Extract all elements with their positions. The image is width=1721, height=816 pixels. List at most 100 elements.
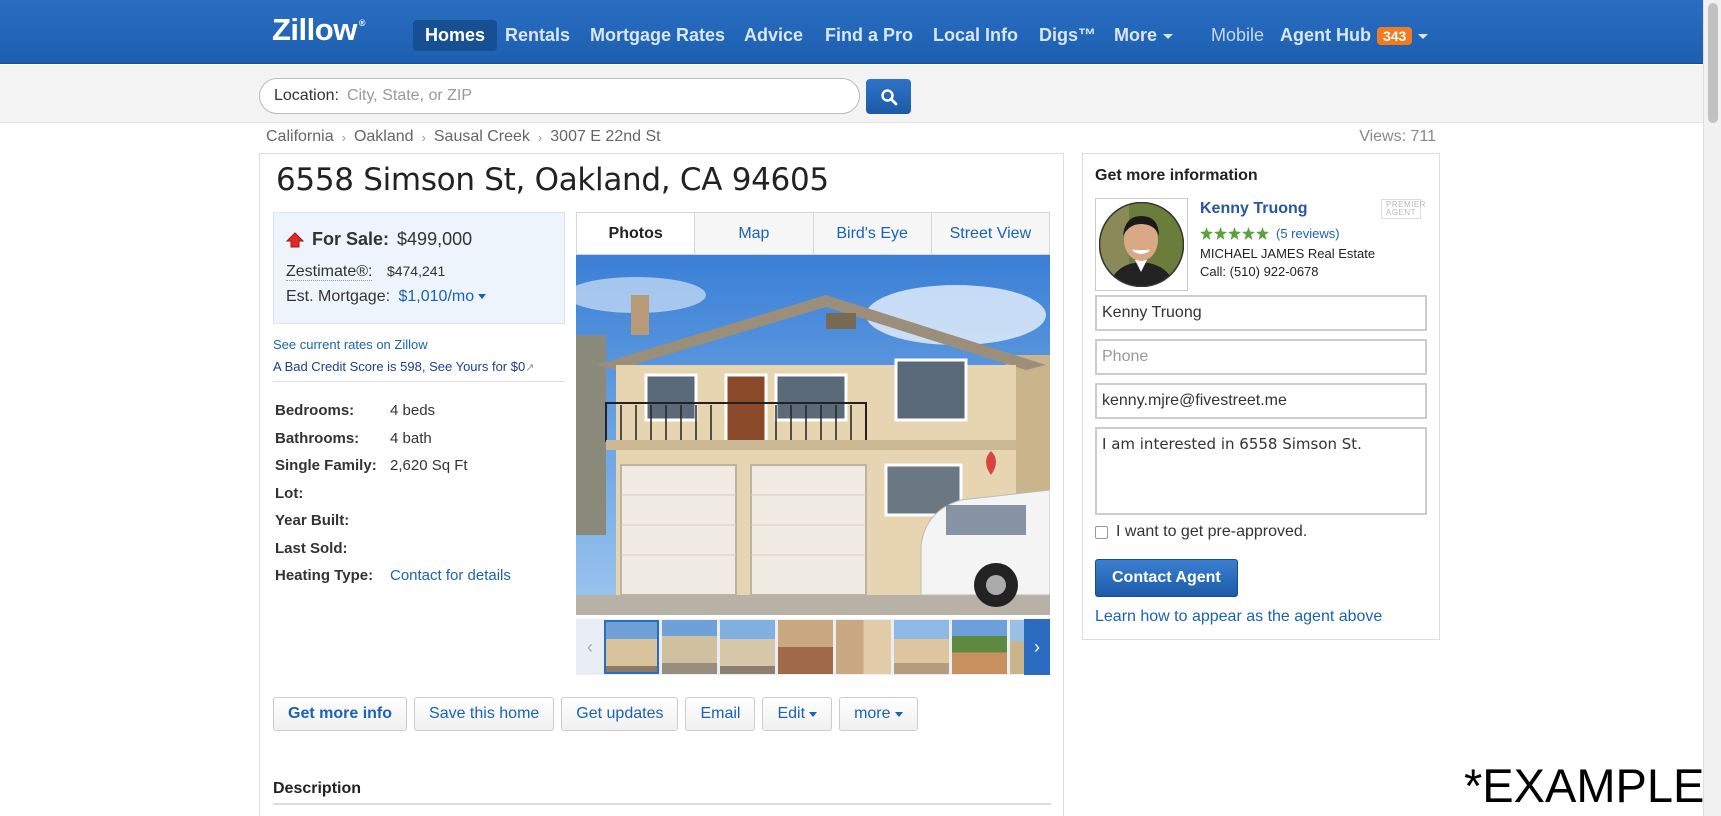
mortgage-label: Est. Mortgage: — [286, 288, 391, 305]
listing-actions: Get more info Save this home Get updates… — [273, 697, 918, 731]
photo-thumbnail[interactable] — [720, 620, 775, 674]
photo-thumbnail[interactable] — [952, 620, 1007, 674]
photo-thumbnail-strip: ‹ › — [576, 619, 1050, 675]
agent-reviews-link[interactable]: (5 reviews) — [1276, 226, 1340, 241]
tab-street-view[interactable]: Street View — [930, 213, 1049, 254]
phone-field[interactable]: Phone — [1095, 339, 1427, 375]
learn-agent-link[interactable]: Learn how to appear as the agent above — [1095, 608, 1382, 626]
listing-panel: 6558 Simson St, Oakland, CA 94605 For Sa… — [259, 153, 1064, 816]
nav-homes[interactable]: Homes — [413, 20, 498, 51]
tab-birds-eye[interactable]: Bird's Eye — [812, 213, 931, 254]
divider — [273, 381, 565, 382]
current-rates-link[interactable]: See current rates on Zillow — [273, 337, 428, 352]
get-updates-button[interactable]: Get updates — [561, 697, 679, 731]
breadcrumb-california[interactable]: California — [266, 128, 334, 148]
mortgage-dropdown[interactable]: $1,010/mo — [399, 288, 487, 305]
listing-address: 6558 Simson St, Oakland, CA 94605 — [276, 162, 829, 198]
star-icon — [1242, 227, 1255, 240]
nav-mortgage-rates[interactable]: Mortgage Rates — [578, 20, 737, 51]
fact-value: 4 bath — [390, 429, 432, 447]
star-icon — [1214, 227, 1227, 240]
nav-advice[interactable]: Advice — [732, 20, 815, 51]
message-textarea[interactable]: I am interested in 6558 Simson St. — [1095, 427, 1427, 515]
price-box: For Sale: $499,000 Zestimate®: $474,241 … — [273, 212, 565, 324]
photo-thumbnail[interactable] — [604, 620, 659, 674]
contact-for-details-link[interactable]: Contact for details — [390, 567, 511, 584]
fact-year-built: Year Built: — [275, 507, 511, 535]
edit-button[interactable]: Edit — [762, 697, 833, 731]
get-more-info-button[interactable]: Get more info — [273, 697, 408, 731]
breadcrumb-separator-icon: › — [421, 130, 426, 145]
breadcrumb-separator-icon: › — [341, 130, 346, 145]
fact-last-sold: Last Sold: — [275, 535, 511, 563]
thumbnail-next-button[interactable]: › — [1024, 619, 1050, 675]
nav-local-info[interactable]: Local Info — [921, 20, 1030, 51]
chevron-down-icon — [478, 294, 487, 300]
nav-more[interactable]: More — [1102, 20, 1185, 51]
breadcrumb-sausal-creek[interactable]: Sausal Creek — [434, 128, 530, 148]
agent-photo — [1098, 201, 1185, 288]
nav-rentals[interactable]: Rentals — [493, 20, 582, 51]
nav-mobile[interactable]: Mobile — [1199, 20, 1276, 51]
save-home-button[interactable]: Save this home — [414, 697, 555, 731]
photo-thumbnail[interactable] — [1010, 620, 1024, 674]
agent-phone: Call: (510) 922-0678 — [1200, 264, 1319, 279]
nav-find-a-pro[interactable]: Find a Pro — [813, 20, 925, 51]
thumbnail-prev-button[interactable]: ‹ — [576, 619, 604, 675]
star-icon — [1256, 227, 1269, 240]
location-search-input[interactable] — [346, 87, 787, 105]
page-scrollbar[interactable] — [1703, 0, 1721, 816]
external-link-icon: ↗ — [525, 362, 535, 374]
nav-digs[interactable]: Digs™ — [1027, 20, 1108, 51]
fact-key: Bathrooms: — [275, 429, 360, 447]
agent-panel-heading: Get more information — [1095, 167, 1258, 184]
premier-agent-badge: PREMIER AGENT — [1381, 199, 1425, 219]
preapproved-option[interactable]: I want to get pre-approved. — [1095, 523, 1307, 541]
location-label: Location: — [274, 87, 339, 104]
top-nav: Zillow ® Homes Rentals Mortgage Rates Adv… — [0, 0, 1703, 64]
photo-thumbnail[interactable] — [662, 620, 717, 674]
breadcrumb-street[interactable]: 3007 E 22nd St — [550, 128, 660, 148]
divider — [273, 803, 1051, 805]
more-button[interactable]: more — [839, 697, 918, 731]
logo-text: Zillow — [272, 12, 357, 47]
contact-agent-button[interactable]: Contact Agent — [1095, 559, 1238, 597]
agent-hub-label: Agent Hub — [1280, 25, 1371, 45]
photo-thumbnail[interactable] — [778, 620, 833, 674]
fact-heating-type: Heating Type: Contact for details — [275, 562, 511, 590]
house-photo[interactable] — [576, 255, 1050, 615]
star-icon — [1228, 227, 1241, 240]
photo-thumbnail[interactable] — [894, 620, 949, 674]
mortgage-value: $1,010/mo — [398, 288, 475, 305]
email-field[interactable]: kenny.mjre@fivestreet.me — [1095, 383, 1427, 419]
name-field[interactable]: Kenny Truong — [1095, 295, 1427, 331]
more-label: more — [854, 705, 891, 722]
location-search-box: Location: — [259, 78, 860, 114]
fact-key: Bedrooms: — [275, 402, 355, 420]
credit-score-link[interactable]: A Bad Credit Score is 598, See Yours for… — [273, 359, 534, 374]
fact-key: Year Built: — [275, 512, 350, 530]
preapproved-checkbox[interactable] — [1095, 525, 1108, 539]
search-bar: Location: — [0, 65, 1703, 123]
breadcrumb: California › Oakland › Sausal Creek › 30… — [266, 128, 661, 148]
breadcrumb-oakland[interactable]: Oakland — [354, 128, 414, 148]
tab-photos[interactable]: Photos — [577, 213, 695, 254]
zestimate-label[interactable]: Zestimate®: — [286, 263, 373, 281]
agent-avatar[interactable] — [1095, 198, 1188, 291]
tab-map[interactable]: Map — [694, 213, 812, 254]
nav-more-label: More — [1114, 25, 1158, 45]
zillow-logo[interactable]: Zillow ® — [272, 12, 365, 48]
star-icon — [1200, 227, 1213, 240]
email-button[interactable]: Email — [685, 697, 756, 731]
photo-thumbnail[interactable] — [836, 620, 891, 674]
agent-hub-count-badge: 343 — [1376, 27, 1413, 46]
search-button[interactable] — [866, 79, 911, 114]
description-heading: Description — [273, 780, 362, 797]
chevron-down-icon — [1418, 33, 1429, 39]
agent-company: MICHAEL JAMES Real Estate — [1200, 246, 1376, 261]
credit-score-text: A Bad Credit Score is 598, See Yours for… — [273, 359, 526, 374]
nav-agent-hub[interactable]: Agent Hub 343 — [1268, 20, 1440, 51]
fact-key: Lot: — [275, 484, 304, 502]
scrollbar-thumb[interactable] — [1708, 3, 1718, 123]
agent-name-link[interactable]: Kenny Truong — [1200, 200, 1308, 218]
